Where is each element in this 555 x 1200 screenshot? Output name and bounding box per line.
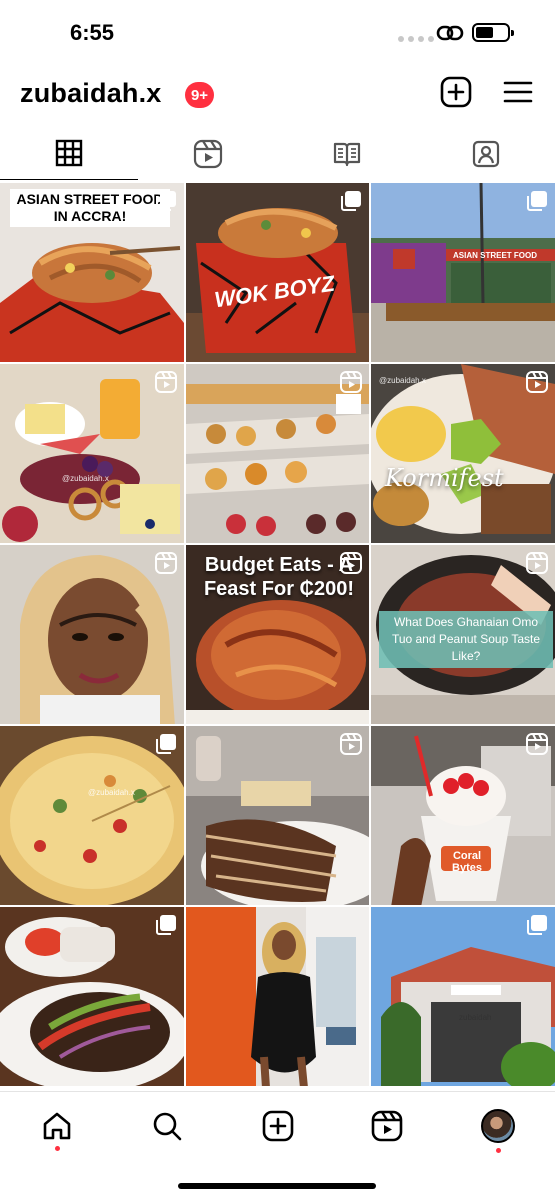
tab-tagged[interactable] — [417, 135, 555, 179]
nav-home[interactable] — [37, 1106, 77, 1146]
carousel-icon — [527, 191, 547, 211]
post-tile[interactable] — [186, 726, 369, 907]
status-bar: 6:55 — [0, 0, 555, 64]
posts-grid: ASIAN STREET FOOD IN ACCRA! WOK BOYZ ASI… — [0, 183, 555, 1091]
tab-reels[interactable] — [139, 135, 277, 179]
profile-header: zubaidah.x 9+ — [0, 70, 555, 120]
link-icon — [436, 25, 464, 41]
active-tab-indicator — [0, 178, 138, 180]
reel-icon — [155, 371, 177, 393]
carousel-icon — [527, 915, 547, 935]
post-thumbnail — [186, 907, 369, 1086]
reel-icon — [340, 733, 362, 755]
signal-icon — [398, 36, 434, 42]
post-tile[interactable]: @zubaidah.x — [0, 364, 184, 545]
notification-badge[interactable]: 9+ — [185, 82, 214, 108]
nav-profile[interactable] — [478, 1106, 518, 1146]
post-tile[interactable]: @zubaidah.x — [0, 726, 184, 907]
profile-tabs — [0, 135, 555, 180]
post-tile[interactable]: WOK BOYZ — [186, 183, 369, 364]
carousel-icon — [156, 915, 176, 935]
home-indicator[interactable] — [178, 1183, 376, 1189]
username-switcher[interactable]: zubaidah.x — [20, 78, 162, 109]
post-tile[interactable]: Coral Bytes — [371, 726, 555, 907]
post-tile[interactable]: zubaidah — [371, 907, 555, 1088]
profile-avatar — [481, 1109, 515, 1143]
nav-reels[interactable] — [367, 1106, 407, 1146]
reels-icon — [193, 139, 223, 169]
tab-guides[interactable] — [278, 135, 416, 179]
nav-search[interactable] — [147, 1106, 187, 1146]
post-tile[interactable]: @zubaidah.x Kormifest — [371, 364, 555, 545]
post-tile[interactable]: ASIAN STREET FOOD IN ACCRA! — [0, 183, 184, 364]
post-tile[interactable]: Budget Eats - A Feast For ₵200! — [186, 545, 369, 726]
post-caption: Kormifest — [385, 464, 504, 492]
create-post-button[interactable] — [440, 76, 472, 108]
post-watermark: @zubaidah.x — [88, 788, 135, 797]
post-tile[interactable]: What Does Ghanaian Omo Tuo and Peanut So… — [371, 545, 555, 726]
post-caption: What Does Ghanaian Omo Tuo and Peanut So… — [379, 611, 553, 668]
reel-icon — [340, 552, 362, 574]
reels-icon — [371, 1110, 403, 1142]
post-sign-text: ASIAN STREET FOOD — [453, 251, 538, 260]
post-brand-text: Coral Bytes — [452, 850, 482, 874]
nav-create[interactable] — [258, 1106, 298, 1146]
post-tile[interactable] — [0, 907, 184, 1088]
post-watermark: @zubaidah.x — [379, 376, 426, 385]
post-watermark: @zubaidah.x — [62, 474, 109, 483]
create-icon — [262, 1110, 294, 1142]
carousel-icon — [156, 734, 176, 754]
reel-icon — [526, 733, 548, 755]
menu-icon[interactable] — [502, 76, 534, 108]
reel-icon — [155, 552, 177, 574]
status-time: 6:55 — [70, 20, 115, 45]
grid-icon — [55, 139, 83, 167]
carousel-icon — [156, 191, 176, 211]
search-icon — [153, 1112, 182, 1141]
post-tile[interactable] — [186, 907, 369, 1088]
tagged-icon — [472, 140, 500, 168]
home-activity-dot — [55, 1146, 60, 1151]
reel-icon — [526, 371, 548, 393]
carousel-icon — [341, 191, 361, 211]
post-tile[interactable] — [186, 364, 369, 545]
home-icon — [43, 1112, 71, 1140]
post-caption: ASIAN STREET FOOD IN ACCRA! — [10, 189, 170, 227]
profile-activity-dot — [496, 1148, 501, 1153]
tab-posts[interactable] — [0, 135, 138, 180]
post-sign-text: zubaidah — [459, 1013, 492, 1022]
post-tile[interactable] — [0, 545, 184, 726]
battery-icon — [472, 23, 514, 42]
post-tile[interactable]: ASIAN STREET FOOD — [371, 183, 555, 364]
reel-icon — [340, 371, 362, 393]
guides-icon — [333, 142, 361, 167]
reel-icon — [526, 552, 548, 574]
